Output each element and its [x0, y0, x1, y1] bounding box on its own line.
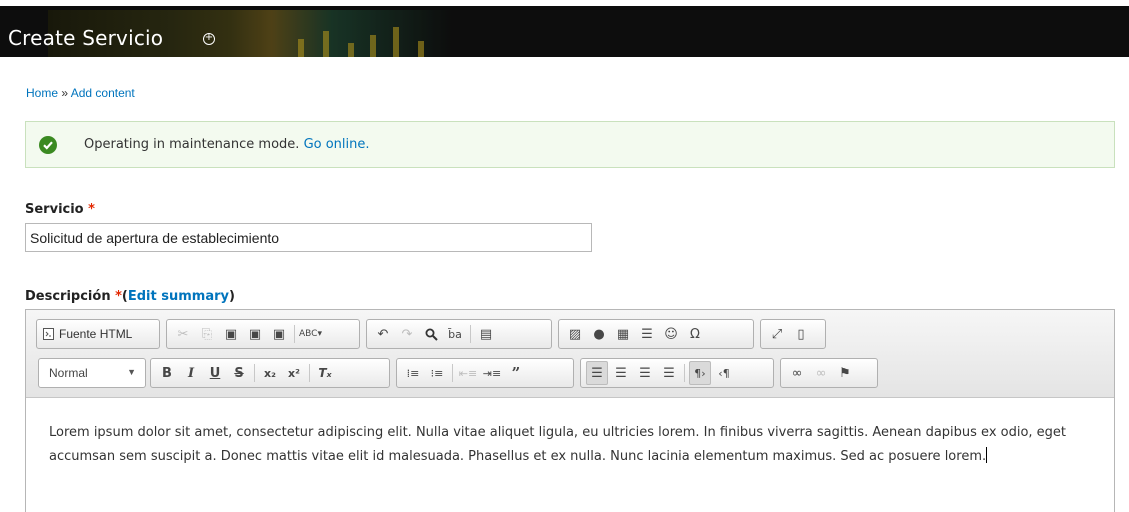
breadcrumb: Home » Add content: [26, 86, 135, 100]
table-icon[interactable]: ▦: [612, 322, 634, 346]
toolbar-group-basicstyles: B I U S x₂ x² Tₓ: [150, 358, 390, 388]
editor-toolbar: Fuente HTML ✂ ⎘ ▣ ▣ ▣ ABC▾ ↶ ↷ b̄a ▤ ▨ ●…: [26, 310, 1114, 398]
edit-summary-link[interactable]: Edit summary: [128, 289, 229, 304]
check-circle-icon: [39, 136, 57, 154]
justify-icon[interactable]: ☰: [658, 361, 680, 385]
anchor-icon[interactable]: ⚑: [834, 361, 856, 385]
source-button[interactable]: Fuente HTML: [41, 327, 134, 341]
ckeditor: Fuente HTML ✂ ⎘ ▣ ▣ ▣ ABC▾ ↶ ↷ b̄a ▤ ▨ ●…: [25, 309, 1115, 512]
subscript-icon[interactable]: x₂: [259, 361, 281, 385]
link-icon[interactable]: ∞: [786, 361, 808, 385]
toolbar-separator: [684, 364, 685, 382]
strikethrough-icon[interactable]: S: [228, 361, 250, 385]
toolbar-separator: [452, 364, 453, 382]
maximize-icon[interactable]: ⤢: [766, 322, 788, 346]
paren-close: ): [229, 289, 235, 304]
breadcrumb-home-link[interactable]: Home: [26, 86, 58, 100]
unlink-icon[interactable]: ∞: [810, 361, 832, 385]
page-header: Create Servicio +: [0, 0, 1129, 62]
servicio-label: Servicio *: [25, 202, 95, 217]
toolbar-separator: [294, 325, 295, 343]
toolbar-group-source: Fuente HTML: [36, 319, 160, 349]
cut-icon[interactable]: ✂: [172, 322, 194, 346]
spellcheck-icon[interactable]: ABC▾: [299, 322, 322, 346]
format-select-value: Normal: [49, 366, 88, 380]
toolbar-group-links: ∞ ∞ ⚑: [780, 358, 878, 388]
ltr-icon[interactable]: ¶›: [689, 361, 711, 385]
status-message-text: Operating in maintenance mode. Go online…: [84, 137, 370, 152]
status-message: Operating in maintenance mode. Go online…: [25, 121, 1115, 168]
editor-content-area[interactable]: Lorem ipsum dolor sit amet, consectetur …: [26, 399, 1114, 512]
page-title: Create Servicio: [8, 26, 164, 50]
redo-icon[interactable]: ↷: [396, 322, 418, 346]
indent-icon[interactable]: ⇥≡: [481, 361, 503, 385]
descripcion-label-text: Descripción: [25, 289, 111, 304]
flash-icon[interactable]: ●: [588, 322, 610, 346]
servicio-label-text: Servicio: [25, 202, 84, 217]
required-marker: *: [88, 202, 95, 217]
source-icon: [43, 328, 54, 340]
superscript-icon[interactable]: x²: [283, 361, 305, 385]
outdent-icon[interactable]: ⇤≡: [457, 361, 479, 385]
undo-icon[interactable]: ↶: [372, 322, 394, 346]
toolbar-separator: [309, 364, 310, 382]
servicio-title-input[interactable]: Solicitud de apertura de establecimiento: [25, 223, 592, 252]
toolbar-group-align: ☰ ☰ ☰ ☰ ¶› ‹¶: [580, 358, 774, 388]
breadcrumb-separator: »: [61, 86, 69, 100]
underline-icon[interactable]: U: [204, 361, 226, 385]
bold-icon[interactable]: B: [156, 361, 178, 385]
image-icon[interactable]: ▨: [564, 322, 586, 346]
align-center-icon[interactable]: ☰: [610, 361, 632, 385]
copy-icon[interactable]: ⎘: [196, 322, 218, 346]
special-char-icon[interactable]: Ω: [684, 322, 706, 346]
toolbar-separator: [254, 364, 255, 382]
remove-format-icon[interactable]: Tₓ: [314, 361, 336, 385]
paste-icon[interactable]: ▣: [220, 322, 242, 346]
editor-text: Lorem ipsum dolor sit amet, consectetur …: [49, 425, 1067, 464]
toolbar-group-clipboard: ✂ ⎘ ▣ ▣ ▣ ABC▾: [166, 319, 360, 349]
find-icon[interactable]: [420, 322, 442, 346]
chevron-down-icon: ▼: [127, 367, 136, 377]
format-select[interactable]: Normal ▼: [38, 358, 146, 388]
align-left-icon[interactable]: ☰: [586, 361, 608, 385]
toolbar-group-paragraph: ⁞≡ ⁝≡ ⇤≡ ⇥≡ ”: [396, 358, 574, 388]
show-blocks-icon[interactable]: ▯: [790, 322, 812, 346]
go-online-link[interactable]: Go online.: [304, 137, 370, 152]
toolbar-separator: [470, 325, 471, 343]
source-label: Fuente HTML: [59, 327, 133, 341]
smiley-icon[interactable]: ☺: [660, 322, 682, 346]
paste-word-icon[interactable]: ▣: [268, 322, 290, 346]
align-right-icon[interactable]: ☰: [634, 361, 656, 385]
blockquote-icon[interactable]: ”: [505, 361, 527, 385]
bulleted-list-icon[interactable]: ⁝≡: [426, 361, 448, 385]
required-marker: *: [115, 289, 122, 304]
toolbar-group-tools: ⤢ ▯: [760, 319, 826, 349]
toolbar-group-insert: ▨ ● ▦ ☰ ☺ Ω: [558, 319, 754, 349]
italic-icon[interactable]: I: [180, 361, 202, 385]
rtl-icon[interactable]: ‹¶: [713, 361, 735, 385]
numbered-list-icon[interactable]: ⁞≡: [402, 361, 424, 385]
maintenance-text: Operating in maintenance mode.: [84, 137, 300, 152]
text-cursor: [986, 447, 988, 463]
replace-icon[interactable]: b̄a: [444, 322, 466, 346]
descripcion-label: Descripción *(Edit summary): [25, 289, 235, 304]
select-all-icon[interactable]: ▤: [475, 322, 497, 346]
paste-text-icon[interactable]: ▣: [244, 322, 266, 346]
add-shortcut-icon[interactable]: +: [203, 33, 215, 45]
toolbar-group-editing: ↶ ↷ b̄a ▤: [366, 319, 552, 349]
breadcrumb-add-content-link[interactable]: Add content: [71, 86, 135, 100]
horizontal-rule-icon[interactable]: ☰: [636, 322, 658, 346]
